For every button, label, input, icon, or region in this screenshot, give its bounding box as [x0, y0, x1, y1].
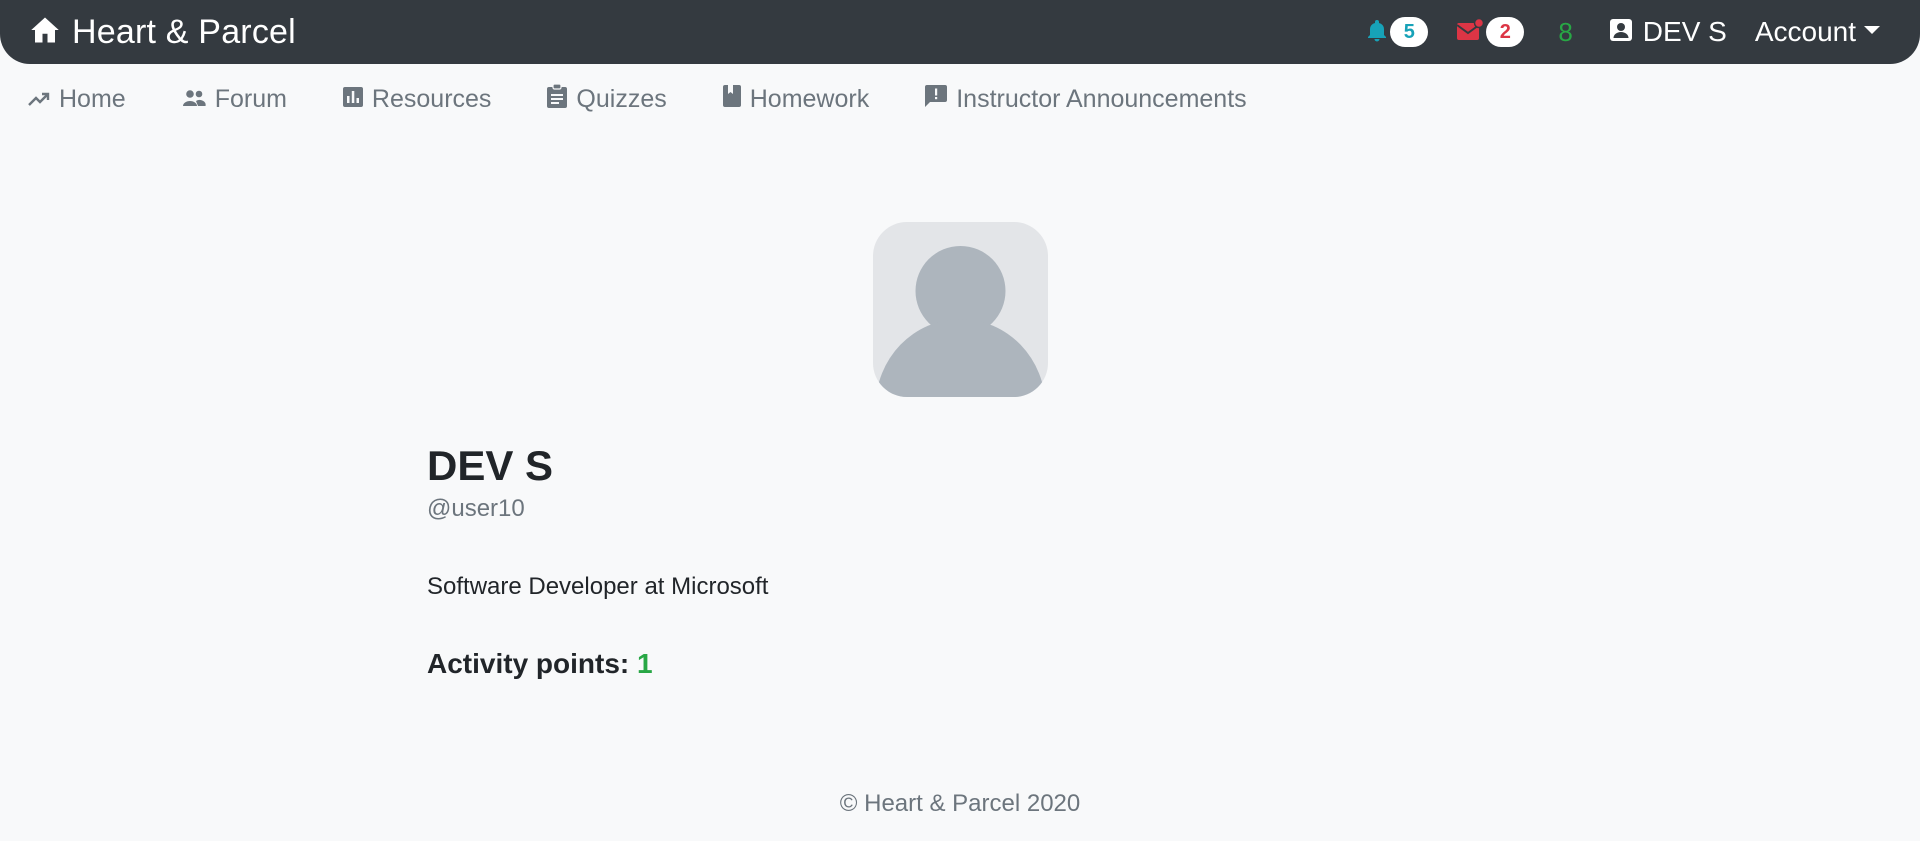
messages-button[interactable]: 2 [1456, 17, 1525, 47]
brand-name: Heart & Parcel [72, 12, 296, 51]
topbar-right: 5 2 8 DEV S Account [1366, 0, 1880, 64]
book-icon [722, 84, 741, 114]
profile-name: DEV S [427, 442, 554, 489]
activity-points-label: Activity points: [427, 648, 630, 679]
nav-label: Home [59, 84, 126, 113]
account-label: Account [1754, 16, 1856, 47]
people-icon [182, 85, 206, 114]
nav-item-forum[interactable]: Forum [182, 85, 287, 114]
messages-badge: 2 [1486, 17, 1525, 47]
profile-bio: Software Developer at Microsoft [427, 573, 769, 600]
notifications-badge: 5 [1390, 17, 1429, 47]
top-navbar: Heart & Parcel 5 2 8 DEV S Account [0, 0, 1920, 64]
user-silhouette-icon [876, 246, 1045, 397]
nav-label: Instructor Announcements [956, 84, 1247, 113]
account-dropdown[interactable]: Account [1755, 16, 1880, 48]
home-icon [30, 16, 60, 49]
footer-copyright: © Heart & Parcel 2020 [839, 790, 1081, 817]
account-box-icon [1609, 18, 1633, 47]
nav-item-home[interactable]: Home [28, 85, 126, 114]
profile-handle: @user10 [427, 495, 525, 522]
user-name: DEV S [1642, 16, 1727, 47]
user-profile-link[interactable]: DEV S [1609, 16, 1727, 48]
nav-label: Homework [749, 84, 870, 113]
nav-item-quizzes[interactable]: Quizzes [547, 82, 667, 115]
nav-item-resources[interactable]: Resources [342, 84, 492, 114]
chevron-down-icon [1864, 26, 1880, 34]
activity-points: Activity points: 1 [427, 646, 1527, 682]
profile-details: DEV S @user10 Software Developer at Micr… [427, 440, 1527, 682]
nav-label: Quizzes [576, 84, 667, 113]
notifications-button[interactable]: 5 [1366, 17, 1429, 47]
points-counter: 8 [1558, 16, 1573, 47]
bell-icon [1366, 18, 1388, 47]
nav-label: Forum [214, 84, 287, 113]
bar-chart-icon [342, 85, 363, 114]
main-nav: Home Forum Resources Quizzes Homework In… [0, 64, 1920, 134]
announcement-icon [925, 84, 948, 114]
trending-up-icon [28, 85, 50, 114]
nav-item-homework[interactable]: Homework [722, 84, 870, 114]
mail-icon [1456, 17, 1485, 47]
activity-points-value: 1 [637, 648, 653, 679]
avatar [873, 222, 1048, 397]
clipboard-icon [547, 82, 568, 115]
nav-item-instructor-announcements[interactable]: Instructor Announcements [925, 84, 1247, 114]
nav-label: Resources [371, 84, 492, 113]
brand-link[interactable]: Heart & Parcel [30, 0, 296, 64]
